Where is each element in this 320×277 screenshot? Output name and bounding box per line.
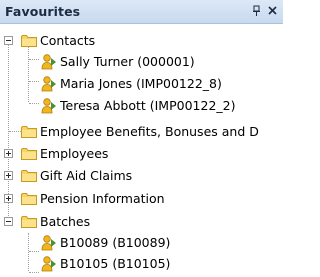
expand-toggle[interactable] bbox=[4, 194, 13, 203]
folder-icon bbox=[21, 148, 37, 160]
tree-node-label: Teresa Abbott (IMP00122_2) bbox=[60, 98, 236, 113]
favourites-tree: Contacts Sally Turner (000001) Maria Jon… bbox=[0, 24, 283, 277]
folder-icon bbox=[21, 126, 37, 138]
tree-node-batches[interactable]: Batches bbox=[0, 211, 283, 233]
folder-icon bbox=[21, 193, 37, 205]
panel-title: Favourites bbox=[5, 4, 81, 19]
tree-node-pension-information[interactable]: Pension Information bbox=[0, 188, 283, 210]
expand-toggle[interactable] bbox=[4, 171, 13, 180]
collapse-toggle[interactable] bbox=[4, 36, 13, 45]
tree-node-gift-aid-claims[interactable]: Gift Aid Claims bbox=[0, 165, 283, 187]
contact-icon bbox=[41, 256, 56, 272]
panel-header: Favourites bbox=[0, 0, 283, 24]
tree-node-contact[interactable]: Sally Turner (000001) bbox=[0, 51, 283, 73]
tree-node-employee-benefits[interactable]: Employee Benefits, Bonuses and D bbox=[0, 121, 283, 143]
tree-node-batch[interactable]: B10105 (B10105) bbox=[0, 253, 283, 275]
tree-node-batch[interactable]: B10089 (B10089) bbox=[0, 232, 283, 254]
tree-node-label: Contacts bbox=[40, 33, 96, 48]
tree-node-contact[interactable]: Teresa Abbott (IMP00122_2) bbox=[0, 95, 283, 117]
close-icon[interactable] bbox=[268, 6, 277, 15]
tree-node-contacts[interactable]: Contacts bbox=[0, 30, 283, 52]
contact-icon bbox=[41, 98, 56, 114]
contact-icon bbox=[41, 76, 56, 92]
pin-icon[interactable] bbox=[252, 5, 262, 17]
tree-node-label: Maria Jones (IMP00122_8) bbox=[60, 76, 222, 91]
folder-icon bbox=[21, 170, 37, 182]
tree-node-label: B10105 (B10105) bbox=[60, 256, 171, 271]
tree-node-label: Employee Benefits, Bonuses and D bbox=[40, 124, 259, 139]
folder-icon bbox=[21, 216, 37, 228]
tree-node-contact[interactable]: Maria Jones (IMP00122_8) bbox=[0, 73, 283, 95]
favourites-panel: Favourites Contacts Sally Turner (000001… bbox=[0, 0, 283, 277]
tree-node-label: B10089 (B10089) bbox=[60, 235, 171, 250]
tree-node-label: Batches bbox=[40, 214, 91, 229]
contact-icon bbox=[41, 54, 56, 70]
tree-node-employees[interactable]: Employees bbox=[0, 143, 283, 165]
contact-icon bbox=[41, 235, 56, 251]
tree-node-label: Employees bbox=[40, 146, 109, 161]
tree-node-label: Sally Turner (000001) bbox=[60, 54, 195, 69]
folder-icon bbox=[21, 35, 37, 47]
tree-node-label: Pension Information bbox=[40, 191, 165, 206]
tree-node-label: Gift Aid Claims bbox=[40, 168, 133, 183]
collapse-toggle[interactable] bbox=[4, 217, 13, 226]
expand-toggle[interactable] bbox=[4, 149, 13, 158]
